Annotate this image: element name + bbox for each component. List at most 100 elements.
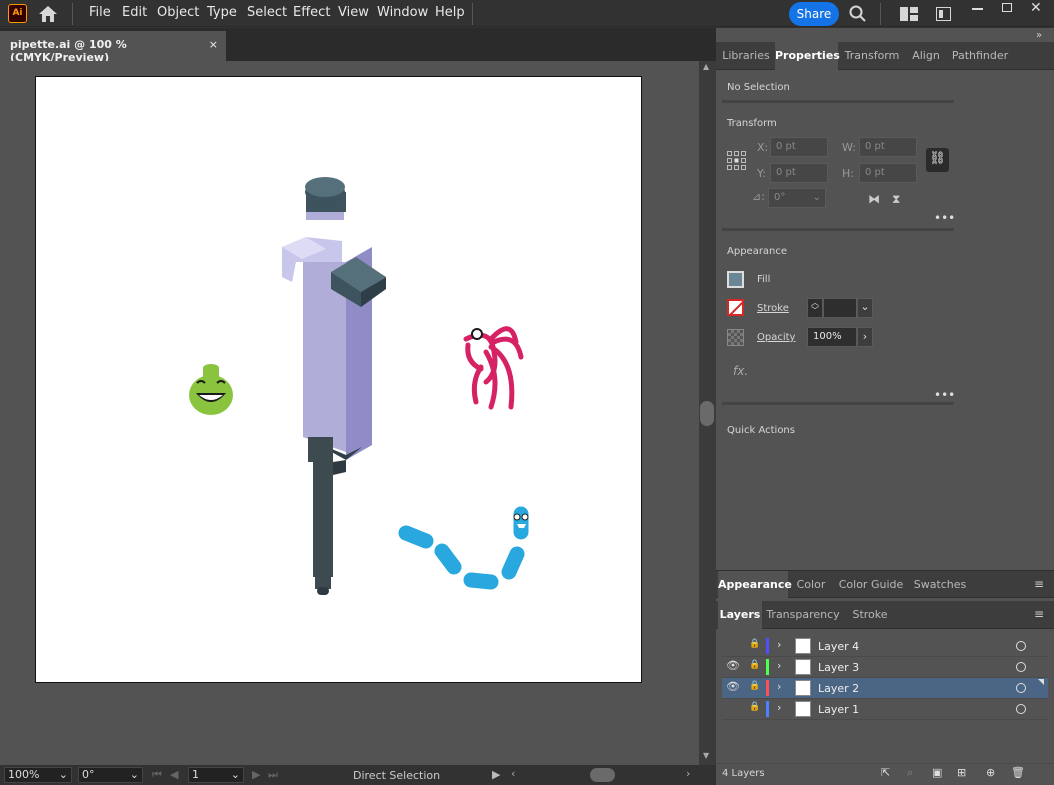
next-artboard-icon[interactable]: ▶ (252, 768, 260, 781)
expand-chevron-icon[interactable]: › (777, 680, 781, 693)
flip-horizontal-icon[interactable]: ⧓ (868, 192, 880, 206)
layer-name[interactable]: Layer 2 (818, 682, 859, 695)
reference-point-icon[interactable] (727, 151, 746, 170)
tab-transform[interactable]: Transform (839, 42, 905, 70)
layer-row[interactable]: 🔒 › Layer 4 (722, 636, 1048, 657)
menu-help[interactable]: Help (435, 5, 465, 20)
layer-row[interactable]: 👁 🔒 › Layer 2 (722, 678, 1048, 699)
home-icon[interactable] (38, 5, 58, 23)
w-field[interactable]: 0 pt (859, 137, 917, 157)
menu-view[interactable]: View (338, 5, 369, 20)
lock-icon[interactable]: 🔒 (749, 639, 760, 649)
menu-effect[interactable]: Effect (293, 5, 330, 20)
fill-swatch[interactable] (727, 271, 744, 288)
lock-icon[interactable]: 🔒 (749, 660, 760, 670)
artboard-field[interactable]: 1 ⌄ (188, 767, 244, 783)
expand-chevron-icon[interactable]: › (777, 659, 781, 672)
lock-icon[interactable]: 🔒 (749, 681, 760, 691)
tab-appearance[interactable]: Appearance (718, 571, 792, 599)
last-artboard-icon[interactable]: ⏭ (268, 768, 278, 782)
x-field[interactable]: 0 pt (770, 137, 828, 157)
prev-artboard-icon[interactable]: ◀ (170, 768, 178, 781)
search-icon[interactable] (849, 5, 867, 23)
tab-stroke[interactable]: Stroke (844, 601, 896, 629)
status-menu-icon[interactable]: ▶ (492, 768, 500, 781)
maximize-button[interactable] (1002, 3, 1012, 12)
close-window-button[interactable]: ✕ (1030, 0, 1042, 16)
new-sublayer-icon[interactable]: ⊞ (957, 766, 966, 779)
chevron-down-icon[interactable]: ⌄ (231, 768, 240, 782)
y-field[interactable]: 0 pt (770, 163, 828, 183)
hscroll-right-icon[interactable]: › (686, 767, 690, 780)
panel-menu-icon[interactable]: ≡ (1034, 577, 1044, 591)
tab-properties[interactable]: Properties (775, 42, 840, 70)
zoom-field[interactable]: 100% ⌄ (4, 767, 72, 783)
arrange-documents-icon[interactable] (900, 7, 918, 21)
menu-edit[interactable]: Edit (122, 5, 147, 20)
chevron-down-icon[interactable]: ⌄ (59, 768, 68, 782)
locate-object-icon[interactable]: ⌕ (907, 766, 913, 780)
layer-name[interactable]: Layer 4 (818, 640, 859, 653)
visibility-eye-icon[interactable]: 👁 (726, 680, 740, 693)
menu-select[interactable]: Select (247, 5, 287, 20)
visibility-toggle[interactable] (726, 701, 738, 715)
opacity-dropdown[interactable]: › (857, 327, 873, 347)
fx-icon[interactable]: fx. (733, 364, 748, 378)
menu-object[interactable]: Object (157, 5, 199, 20)
stroke-weight-stepper[interactable]: ︿ ﹀ (807, 298, 823, 318)
tab-libraries[interactable]: Libraries (718, 42, 774, 70)
hscroll-left-icon[interactable]: ‹ (511, 767, 515, 780)
export-icon[interactable]: ⇱ (881, 766, 890, 779)
opacity-label[interactable]: Opacity (757, 332, 795, 343)
tab-color-guide[interactable]: Color Guide (834, 571, 908, 599)
visibility-eye-icon[interactable]: 👁 (726, 659, 740, 672)
visibility-toggle[interactable] (726, 638, 738, 652)
stroke-weight-field[interactable] (823, 298, 857, 318)
scroll-thumb[interactable] (700, 401, 714, 426)
layer-name[interactable]: Layer 1 (818, 703, 859, 716)
panel-collapse-icon[interactable]: » (1036, 30, 1042, 41)
expand-chevron-icon[interactable]: › (777, 701, 781, 714)
flip-vertical-icon[interactable]: ⧗ (892, 192, 900, 207)
artboard[interactable] (35, 76, 642, 683)
minimize-button[interactable] (972, 8, 983, 10)
target-circle-icon[interactable] (1016, 704, 1026, 714)
opacity-field[interactable]: 100% (807, 327, 857, 347)
menu-window[interactable]: Window (377, 5, 428, 20)
menu-file[interactable]: File (89, 5, 111, 20)
stroke-label[interactable]: Stroke (757, 303, 789, 314)
chevron-down-icon[interactable]: ⌄ (130, 768, 139, 782)
horizontal-scroll-thumb[interactable] (590, 768, 615, 782)
constrain-proportions-button[interactable]: ⛓ (926, 148, 949, 172)
layer-name[interactable]: Layer 3 (818, 661, 859, 674)
document-tab[interactable]: pipette.ai @ 100 % (CMYK/Preview) × (0, 31, 226, 64)
panel-menu-icon[interactable]: ≡ (1034, 607, 1044, 621)
expand-chevron-icon[interactable]: › (777, 638, 781, 651)
tab-layers[interactable]: Layers (718, 601, 762, 629)
share-button[interactable]: Share (789, 2, 839, 26)
more-options-icon[interactable]: ••• (934, 211, 955, 225)
rotate-field[interactable]: 0° ⌄ (768, 188, 826, 208)
tab-align[interactable]: Align (906, 42, 946, 70)
trash-icon[interactable]: 🗑 (1011, 766, 1025, 779)
h-field[interactable]: 0 pt (859, 163, 917, 183)
stroke-weight-dropdown[interactable]: ⌄ (857, 298, 873, 318)
tab-swatches[interactable]: Swatches (911, 571, 969, 599)
tab-transparency[interactable]: Transparency (764, 601, 842, 629)
clipping-mask-icon[interactable]: ▣ (932, 766, 942, 779)
vertical-scrollbar[interactable]: ▲ ▼ (699, 61, 716, 765)
layer-row[interactable]: 👁 🔒 › Layer 3 (722, 657, 1048, 678)
chevron-down-icon[interactable]: ⌄ (813, 189, 821, 207)
scroll-down-icon[interactable]: ▼ (703, 751, 709, 760)
workspace-switcher-icon[interactable] (936, 7, 951, 21)
layer-row[interactable]: 🔒 › Layer 1 (722, 699, 1048, 720)
menu-type[interactable]: Type (207, 5, 237, 20)
stroke-swatch[interactable] (727, 299, 744, 316)
canvas-area[interactable] (0, 61, 699, 765)
scroll-up-icon[interactable]: ▲ (703, 62, 709, 71)
target-circle-icon[interactable] (1016, 662, 1026, 672)
target-circle-icon[interactable] (1016, 641, 1026, 651)
rotation-field[interactable]: 0° ⌄ (78, 767, 143, 783)
tab-pathfinder[interactable]: Pathfinder (948, 42, 1012, 70)
lock-icon[interactable]: 🔒 (749, 702, 760, 712)
